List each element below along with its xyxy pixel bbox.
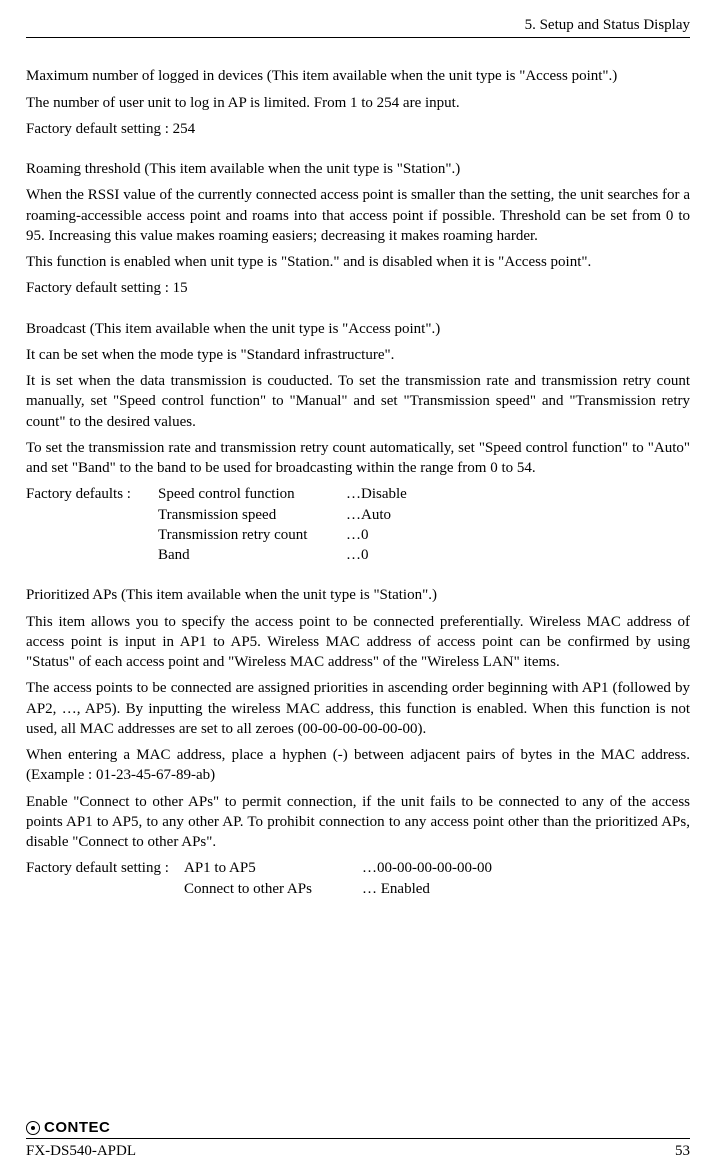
broadcast-p2: It is set when the data transmission is … xyxy=(26,371,690,432)
footer-rule xyxy=(26,1138,690,1139)
broadcast-default-label-1: Transmission speed xyxy=(158,505,346,525)
header-rule xyxy=(26,37,690,38)
prioritized-default-row: Factory default setting : AP1 to AP5 …00… xyxy=(26,858,690,878)
roaming-p3: Factory default setting : 15 xyxy=(26,278,690,298)
broadcast-p1: It can be set when the mode type is "Sta… xyxy=(26,345,690,365)
page: 5. Setup and Status Display Maximum numb… xyxy=(0,0,716,1163)
broadcast-default-label-2: Transmission retry count xyxy=(158,525,346,545)
prioritized-default-label-1: Connect to other APs xyxy=(184,879,362,899)
broadcast-defaults-lead: Factory defaults : xyxy=(26,484,158,504)
max-devices-p1: The number of user unit to log in AP is … xyxy=(26,93,690,113)
prioritized-default-value-1: … Enabled xyxy=(362,879,430,899)
broadcast-p3: To set the transmission rate and transmi… xyxy=(26,438,690,479)
broadcast-default-value-3: …0 xyxy=(346,545,369,565)
header-chapter: 5. Setup and Status Display xyxy=(26,15,690,35)
roaming-p1: When the RSSI value of the currently con… xyxy=(26,185,690,246)
max-devices-title: Maximum number of logged in devices (Thi… xyxy=(26,66,690,86)
broadcast-default-label-0: Speed control function xyxy=(158,484,346,504)
prioritized-p1: This item allows you to specify the acce… xyxy=(26,612,690,673)
prioritized-p2: The access points to be connected are as… xyxy=(26,678,690,739)
prioritized-defaults-lead: Factory default setting : xyxy=(26,858,184,878)
prioritized-default-row: Connect to other APs … Enabled xyxy=(26,879,690,899)
broadcast-title: Broadcast (This item available when the … xyxy=(26,319,690,339)
footer-row: FX-DS540-APDL 53 xyxy=(26,1141,690,1161)
broadcast-default-row: Transmission speed …Auto xyxy=(26,505,690,525)
footer: CONTEC FX-DS540-APDL 53 xyxy=(26,1116,690,1162)
broadcast-default-row: Factory defaults : Speed control functio… xyxy=(26,484,690,504)
prioritized-default-value-0: …00-00-00-00-00-00 xyxy=(362,858,492,878)
broadcast-default-value-2: …0 xyxy=(346,525,369,545)
brand-icon xyxy=(26,1121,40,1135)
prioritized-defaults: Factory default setting : AP1 to AP5 …00… xyxy=(26,858,690,899)
brand-logo: CONTEC xyxy=(26,1120,110,1135)
prioritized-p3: When entering a MAC address, place a hyp… xyxy=(26,745,690,786)
broadcast-default-row: Band …0 xyxy=(26,545,690,565)
prioritized-default-label-0: AP1 to AP5 xyxy=(184,858,362,878)
broadcast-default-value-1: …Auto xyxy=(346,505,391,525)
footer-model: FX-DS540-APDL xyxy=(26,1141,136,1161)
broadcast-default-value-0: …Disable xyxy=(346,484,407,504)
roaming-title: Roaming threshold (This item available w… xyxy=(26,159,690,179)
brand-text: CONTEC xyxy=(44,1120,110,1135)
max-devices-p2: Factory default setting : 254 xyxy=(26,119,690,139)
footer-page-number: 53 xyxy=(675,1141,690,1161)
prioritized-p4: Enable "Connect to other APs" to permit … xyxy=(26,792,690,853)
broadcast-default-label-3: Band xyxy=(158,545,346,565)
prioritized-title: Prioritized APs (This item available whe… xyxy=(26,585,690,605)
broadcast-default-row: Transmission retry count …0 xyxy=(26,525,690,545)
roaming-p2: This function is enabled when unit type … xyxy=(26,252,690,272)
broadcast-defaults: Factory defaults : Speed control functio… xyxy=(26,484,690,565)
